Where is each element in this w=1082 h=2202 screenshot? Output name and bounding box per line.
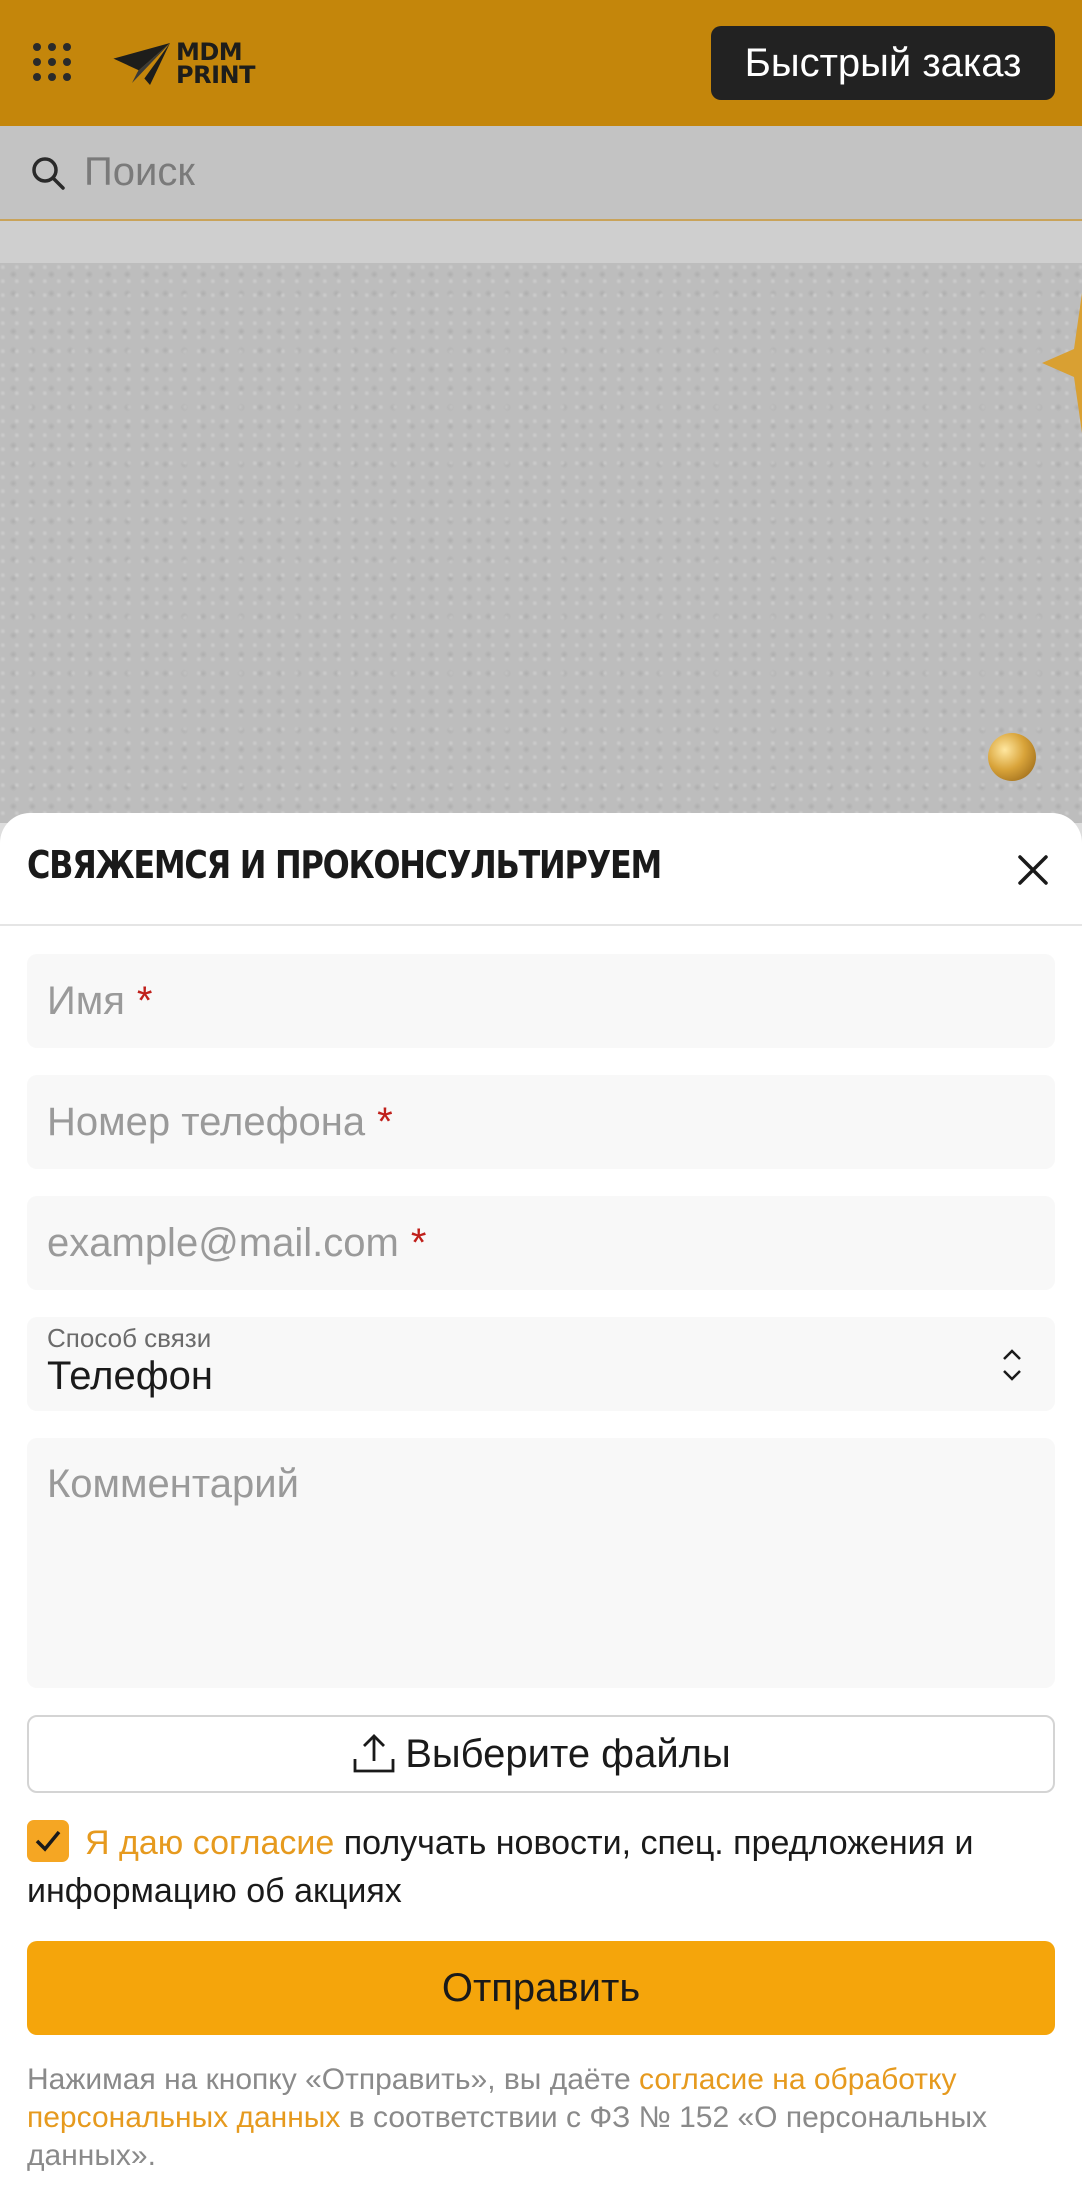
quick-order-button[interactable]: Быстрый заказ: [711, 26, 1055, 100]
contact-method-label: Способ связи: [47, 1323, 212, 1353]
paper-plane-icon: [111, 43, 170, 85]
required-mark: *: [136, 978, 153, 1023]
email-field[interactable]: example@mail.com *: [27, 1196, 1055, 1290]
gold-star-decoration: [1042, 293, 1082, 433]
contact-method-select[interactable]: Способ связи Телефон: [27, 1317, 1055, 1411]
banner-strip: [0, 221, 1082, 263]
consent-link[interactable]: Я даю согласие: [85, 1824, 334, 1862]
modal-title: СВЯЖЕМСЯ И ПРОКОНСУЛЬТИРУЕМ: [27, 843, 662, 887]
comment-placeholder: Комментарий: [47, 1462, 299, 1506]
phone-field[interactable]: Номер телефона *: [27, 1075, 1055, 1169]
email-placeholder: example@mail.com: [47, 1220, 399, 1265]
choose-files-button[interactable]: Выберите файлы: [27, 1715, 1055, 1793]
modal-divider: [0, 924, 1082, 926]
search-input[interactable]: [84, 150, 984, 195]
mdm-print-logo[interactable]: MDM PRINT: [110, 38, 255, 90]
choose-files-label: Выберите файлы: [405, 1731, 731, 1776]
name-field[interactable]: Имя *: [27, 954, 1055, 1048]
legal-text-start: Нажимая на кнопку «Отправить», вы даёте: [27, 2063, 639, 2096]
apps-grid-icon[interactable]: [30, 40, 74, 84]
hero-banner-image: [0, 263, 1082, 823]
required-mark: *: [410, 1220, 427, 1265]
contact-method-value: Телефон: [47, 1354, 213, 1398]
legal-notice: Нажимая на кнопку «Отправить», вы даёте …: [27, 2061, 1067, 2175]
checkmark-icon: [35, 1830, 61, 1852]
search-icon: [28, 153, 68, 193]
comment-field[interactable]: Комментарий: [27, 1438, 1055, 1688]
header-bar: MDM PRINT Быстрый заказ: [0, 0, 1082, 126]
phone-placeholder: Номер телефона: [47, 1099, 366, 1144]
close-icon[interactable]: [1014, 851, 1052, 889]
required-mark: *: [377, 1099, 393, 1144]
gold-bead-decoration: [988, 733, 1036, 781]
search-bar: [0, 126, 1082, 221]
consent-row: Я даю согласие получать новости, спец. п…: [27, 1819, 1057, 1915]
select-chevrons-icon: [999, 1345, 1025, 1385]
upload-icon: [351, 1731, 397, 1777]
submit-button[interactable]: Отправить: [27, 1941, 1055, 2035]
logo-text-line2: PRINT: [176, 61, 255, 89]
logo-text: MDM PRINT: [176, 40, 255, 89]
contact-modal: СВЯЖЕМСЯ И ПРОКОНСУЛЬТИРУЕМ Имя * Номер т…: [0, 813, 1082, 2202]
consent-checkbox[interactable]: [27, 1820, 69, 1862]
name-placeholder: Имя: [47, 978, 125, 1023]
